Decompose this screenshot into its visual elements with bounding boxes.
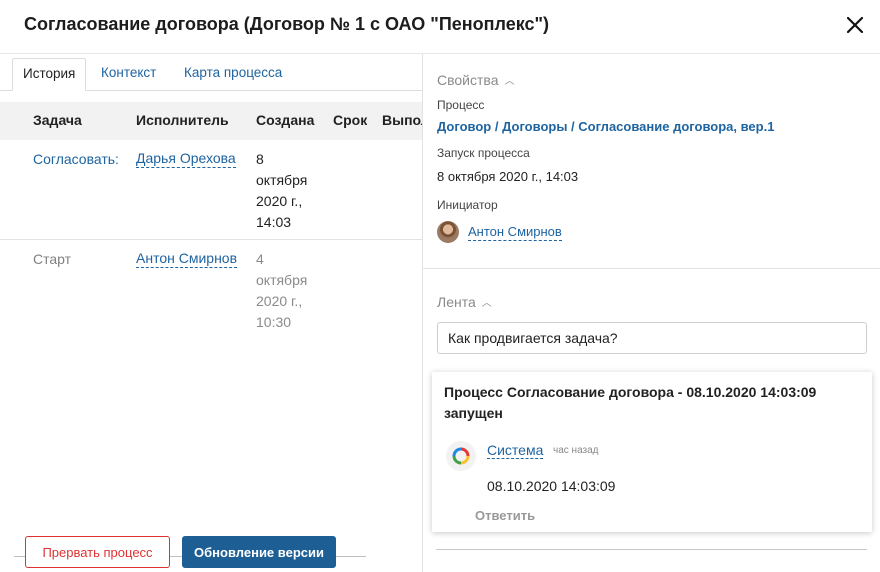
dialog-title: Согласование договора (Договор № 1 с ОАО…: [24, 14, 550, 34]
created-date: 8 октября 2020 г., 14:03: [256, 151, 308, 230]
history-table: Задача Исполнитель Создана Срок Выпол Со…: [0, 102, 422, 557]
table-row[interactable]: Старт Антон Смирнов 4 октября 2020 г., 1…: [0, 240, 422, 340]
task-label: Старт: [33, 251, 72, 267]
history-panel: История Контекст Карта процесса Задача И…: [0, 54, 422, 572]
dialog-header: Согласование договора (Договор № 1 с ОАО…: [0, 0, 880, 54]
feed-card-title: Процесс Согласование договора - 08.10.20…: [444, 384, 817, 421]
initiator-label: Инициатор: [437, 198, 498, 212]
column-header-deadline[interactable]: Срок: [333, 112, 367, 128]
assignee-link[interactable]: Антон Смирнов: [136, 249, 238, 268]
close-icon[interactable]: [840, 10, 870, 40]
properties-panel: Свойства ︿ Процесс Договор / Договоры / С…: [423, 54, 880, 572]
created-date: 4 октября 2020 г., 10:30: [256, 251, 308, 330]
chevron-up-icon: ︿: [481, 298, 492, 309]
feed-card-text: 08.10.2020 14:03:09: [487, 478, 616, 494]
task-link[interactable]: Согласовать:: [33, 149, 119, 170]
update-version-button[interactable]: Обновление версии: [182, 536, 336, 568]
comment-input[interactable]: [437, 322, 867, 354]
column-header-task[interactable]: Задача: [33, 112, 82, 128]
properties-title: Свойства: [437, 72, 499, 88]
assignee-link[interactable]: Дарья Орехова: [136, 149, 236, 168]
scroll-left-icon[interactable]: ◀: [2, 555, 8, 557]
initiator-link[interactable]: Антон Смирнов: [468, 224, 562, 241]
chevron-up-icon: ︿: [504, 76, 515, 87]
table-header: Задача Исполнитель Создана Срок Выпол: [0, 102, 422, 140]
column-header-completed[interactable]: Выпол: [382, 112, 422, 128]
column-header-created[interactable]: Создана: [256, 112, 314, 128]
tab-history[interactable]: История: [12, 58, 87, 91]
tab-bar: История Контекст Карта процесса: [0, 58, 422, 91]
process-label: Процесс: [437, 98, 485, 112]
process-link[interactable]: Договор / Договоры / Согласование догово…: [437, 119, 774, 134]
section-divider: [423, 268, 880, 269]
feed-timestamp: час назад: [553, 445, 599, 456]
process-start-value: 8 октября 2020 г., 14:03: [437, 169, 579, 184]
avatar: [437, 221, 459, 243]
properties-section-toggle[interactable]: Свойства ︿: [437, 72, 514, 88]
tab-context[interactable]: Контекст: [91, 58, 166, 91]
feed-author-link[interactable]: Система: [487, 442, 544, 459]
column-header-assignee[interactable]: Исполнитель: [136, 112, 229, 128]
feed-title: Лента: [437, 294, 476, 310]
process-start-label: Запуск процесса: [437, 146, 530, 160]
stop-process-button[interactable]: Прервать процесс: [25, 536, 170, 568]
feed-card: Процесс Согласование договора - 08.10.20…: [432, 372, 872, 532]
reply-button[interactable]: Ответить: [475, 508, 535, 523]
system-logo-icon: [446, 441, 476, 471]
feed-divider: [436, 549, 867, 550]
tab-process-map[interactable]: Карта процесса: [174, 58, 292, 91]
scroll-right-icon[interactable]: ▶: [410, 555, 416, 557]
table-row[interactable]: Согласовать: Дарья Орехова 8 октября 202…: [0, 140, 422, 240]
initiator[interactable]: Антон Смирнов: [437, 220, 562, 244]
feed-section-toggle[interactable]: Лента ︿: [437, 294, 492, 310]
